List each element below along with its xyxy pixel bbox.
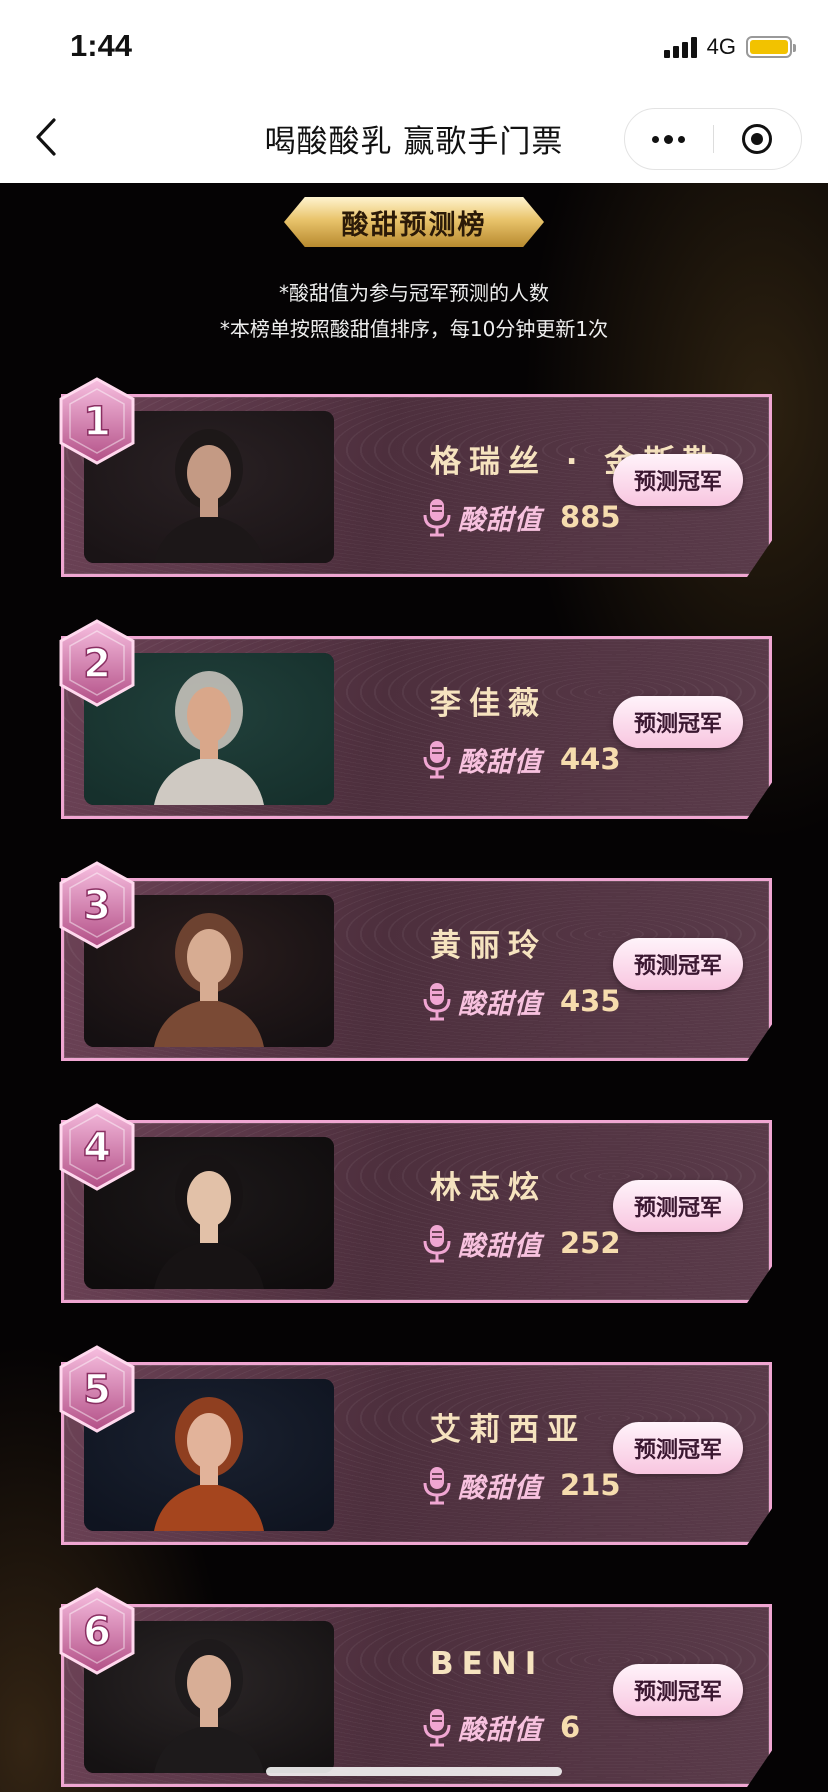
banner-title: 酸甜预测榜 — [341, 209, 487, 241]
score-row: 酸甜值 435 — [422, 981, 621, 1021]
more-dot-icon — [678, 135, 686, 143]
target-close-icon — [742, 124, 773, 154]
more-dot-icon — [652, 135, 660, 143]
signal-icon — [663, 36, 697, 58]
score-value: 435 — [560, 984, 621, 1018]
score-row: 酸甜值 6 — [422, 1707, 580, 1747]
rank-badge: 1 — [58, 377, 136, 465]
rank-number: 5 — [83, 1367, 111, 1413]
score-label: 酸甜值 — [458, 504, 542, 536]
score-value: 443 — [560, 742, 621, 776]
score-label: 酸甜值 — [458, 1230, 542, 1262]
rank-badge: 2 — [58, 619, 136, 707]
singer-name: 林志炫 — [430, 1170, 547, 1206]
singer-name: 艾莉西亚 — [430, 1412, 586, 1448]
microphone-icon — [423, 1709, 451, 1747]
predict-champion-button[interactable]: 预测冠军 — [613, 1664, 743, 1716]
hexagon-badge-icon: 5 — [59, 1345, 135, 1433]
hexagon-badge-icon: 6 — [59, 1587, 135, 1675]
microphone-icon — [423, 1467, 451, 1505]
rank-badge: 6 — [58, 1587, 136, 1675]
rank-number: 4 — [83, 1125, 111, 1171]
predict-champion-button[interactable]: 预测冠军 — [613, 1422, 743, 1474]
rank-badge: 4 — [58, 1103, 136, 1191]
predict-champion-button[interactable]: 预测冠军 — [613, 938, 743, 990]
ranking-banner: 酸甜预测榜 — [284, 197, 544, 247]
score-label: 酸甜值 — [458, 746, 542, 778]
rank-number: 1 — [83, 399, 111, 445]
singer-name: 李佳薇 — [430, 686, 547, 722]
status-time: 1:44 — [70, 28, 133, 63]
microphone-icon — [423, 1225, 451, 1263]
note-line: *酸甜值为参与冠军预测的人数 — [279, 281, 549, 305]
score-label: 酸甜值 — [458, 988, 542, 1020]
score-value: 885 — [560, 500, 621, 534]
note-line: *本榜单按照酸甜值排序，每10分钟更新1次 — [219, 317, 609, 341]
hexagon-badge-icon: 4 — [59, 1103, 135, 1191]
hexagon-badge-icon: 1 — [59, 377, 135, 465]
ranking-content: 酸甜预测榜 *酸甜值为参与冠军预测的人数 *本榜单按照酸甜值排序，每10分钟更新… — [0, 183, 828, 1792]
score-value: 6 — [560, 1710, 581, 1744]
rank-number: 3 — [83, 883, 111, 929]
battery-icon — [746, 36, 796, 58]
predict-champion-button[interactable]: 预测冠军 — [613, 696, 743, 748]
more-dot-icon — [664, 134, 674, 144]
singer-name: BENI — [430, 1646, 545, 1682]
rank-number: 2 — [83, 641, 111, 687]
predict-champion-button[interactable]: 预测冠军 — [613, 1180, 743, 1232]
home-indicator — [266, 1767, 562, 1776]
rank-number: 6 — [83, 1609, 111, 1655]
rank-badge: 5 — [58, 1345, 136, 1433]
status-indicators: 4G — [663, 34, 796, 60]
score-row: 酸甜值 215 — [422, 1465, 621, 1505]
score-row: 酸甜值 252 — [422, 1223, 621, 1263]
score-label: 酸甜值 — [458, 1714, 542, 1746]
microphone-icon — [423, 983, 451, 1021]
microphone-icon — [423, 499, 451, 537]
rank-badge: 3 — [58, 861, 136, 949]
score-row: 酸甜值 885 — [422, 497, 621, 537]
hexagon-badge-icon: 2 — [59, 619, 135, 707]
score-value: 215 — [560, 1468, 621, 1502]
score-row: 酸甜值 443 — [422, 739, 621, 779]
microphone-icon — [423, 741, 451, 779]
top-bar: 1:44 4G 喝酸酸乳 赢歌手门票 — [0, 0, 828, 183]
close-mini-program-button[interactable] — [714, 109, 802, 169]
score-value: 252 — [560, 1226, 621, 1260]
network-type: 4G — [706, 34, 736, 59]
hexagon-badge-icon: 3 — [59, 861, 135, 949]
predict-champion-button[interactable]: 预测冠军 — [613, 454, 743, 506]
singer-name: 黄丽玲 — [430, 928, 547, 964]
mini-program-capsule — [624, 108, 802, 170]
score-label: 酸甜值 — [458, 1472, 542, 1504]
more-options-button[interactable] — [625, 109, 713, 169]
